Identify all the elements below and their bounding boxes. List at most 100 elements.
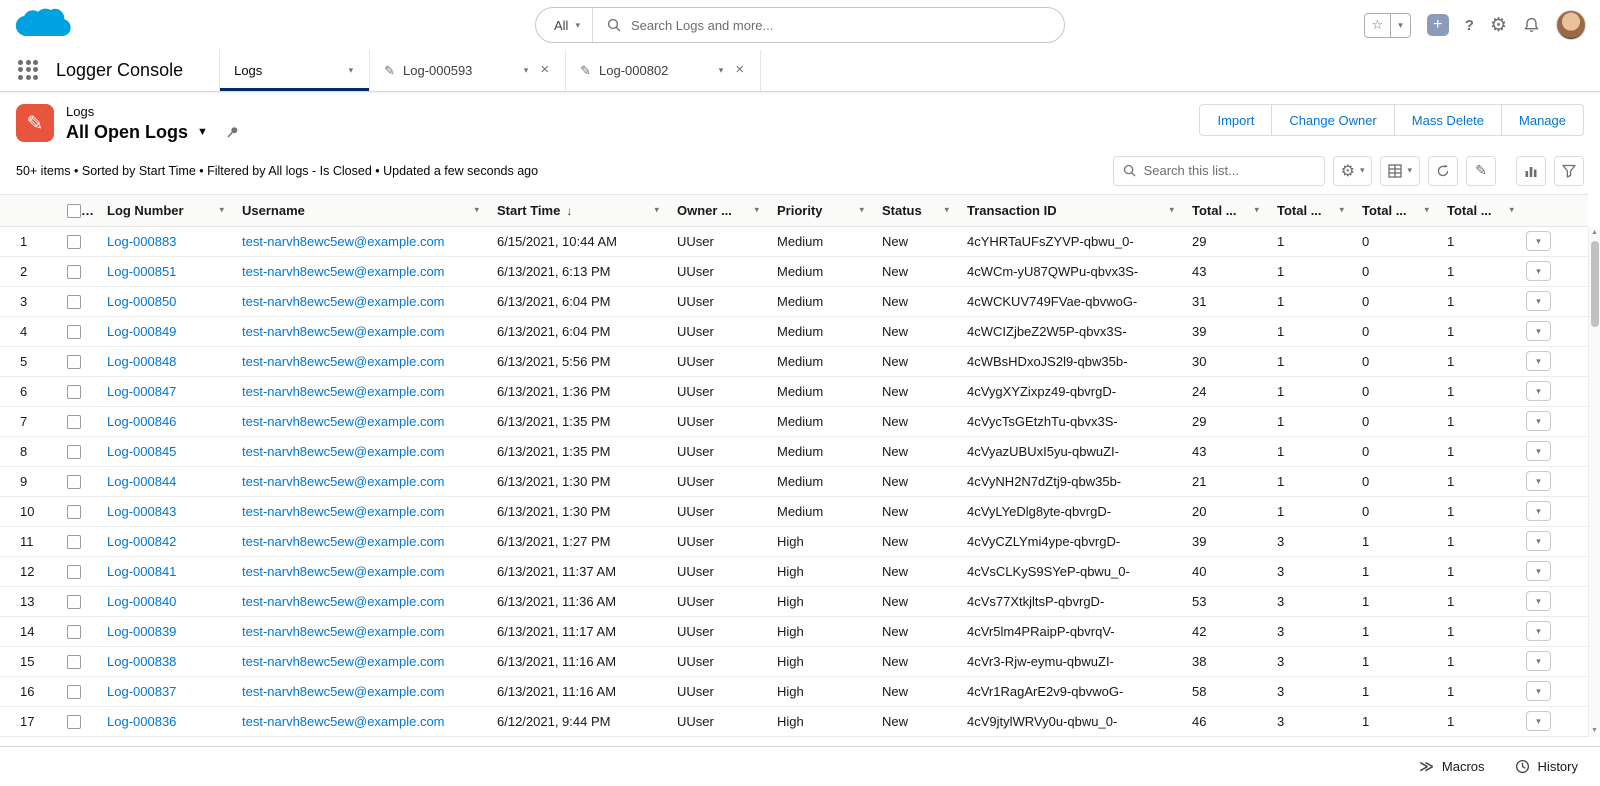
log-number-link[interactable]: Log-000842 [107, 534, 176, 549]
column-header-owner[interactable]: Owner ... ▾ [665, 193, 765, 227]
row-checkbox-cell[interactable] [55, 646, 95, 677]
display-as-button[interactable]: ▾ [1380, 155, 1420, 186]
log-number-link[interactable]: Log-000883 [107, 234, 176, 249]
scrollbar-thumb[interactable] [1591, 240, 1599, 327]
row-checkbox[interactable] [67, 655, 81, 670]
row-actions-button[interactable]: ▾ [1526, 351, 1551, 372]
chevron-down-icon[interactable]: ▾ [347, 59, 356, 82]
row-actions-button[interactable]: ▾ [1526, 591, 1551, 612]
log-number-link[interactable]: Log-000846 [107, 414, 176, 429]
workspace-tab-log-000593[interactable]: ✎ Log-000593 ▾ × [369, 50, 566, 91]
row-checkbox-cell[interactable] [55, 676, 95, 707]
row-actions-button[interactable]: ▾ [1526, 561, 1551, 582]
row-checkbox[interactable] [67, 325, 81, 340]
chevron-down-icon[interactable]: ▾ [219, 205, 224, 216]
row-checkbox-cell[interactable] [55, 556, 95, 587]
log-number-link[interactable]: Log-000850 [107, 294, 176, 309]
global-actions-plus-icon[interactable]: + [1426, 14, 1449, 36]
chevron-down-icon[interactable]: ▾ [1339, 205, 1344, 216]
column-header-start-time[interactable]: Start Time ↓ ▾ [485, 193, 665, 227]
row-actions-button[interactable]: ▾ [1526, 381, 1551, 402]
workspace-tab-log-000802[interactable]: ✎ Log-000802 ▾ × [565, 50, 762, 91]
chevron-down-icon[interactable]: ▾ [944, 205, 949, 216]
row-actions-button[interactable]: ▾ [1526, 471, 1551, 492]
row-checkbox[interactable] [67, 355, 81, 370]
log-number-link[interactable]: Log-000851 [107, 264, 176, 279]
log-number-link[interactable]: Log-000844 [107, 474, 176, 489]
pin-icon[interactable] [225, 125, 240, 140]
username-link[interactable]: test-narvh8ewc5ew@example.com [242, 444, 445, 459]
filter-button[interactable] [1554, 155, 1584, 186]
row-actions-button[interactable]: ▾ [1526, 531, 1551, 552]
log-number-link[interactable]: Log-000849 [107, 324, 176, 339]
username-link[interactable]: test-narvh8ewc5ew@example.com [242, 384, 445, 399]
row-checkbox[interactable] [67, 505, 81, 520]
row-actions-button[interactable]: ▾ [1526, 711, 1551, 732]
username-link[interactable]: test-narvh8ewc5ew@example.com [242, 324, 445, 339]
manage-button[interactable]: Manage [1501, 104, 1584, 136]
row-actions-button[interactable]: ▾ [1526, 231, 1551, 252]
username-link[interactable]: test-narvh8ewc5ew@example.com [242, 474, 445, 489]
scroll-up-icon[interactable]: ▲ [1589, 227, 1600, 239]
row-checkbox-cell[interactable] [55, 526, 95, 557]
user-avatar[interactable] [1556, 10, 1586, 40]
chevron-down-icon[interactable]: ▾ [654, 205, 659, 216]
favorites-star-icon[interactable]: ☆ [1365, 14, 1391, 37]
close-icon[interactable]: × [538, 59, 551, 82]
column-header-total[interactable]: Total ... ▾ [1435, 193, 1520, 227]
row-checkbox[interactable] [67, 595, 81, 610]
row-checkbox-cell[interactable] [55, 616, 95, 647]
column-header-total[interactable]: Total ... ▾ [1265, 193, 1350, 227]
charts-button[interactable] [1516, 155, 1546, 186]
column-header-total[interactable]: Total ... ▾ [1180, 193, 1265, 227]
log-number-link[interactable]: Log-000841 [107, 564, 176, 579]
column-header-username[interactable]: Username ▾ [230, 193, 485, 227]
row-checkbox[interactable] [67, 445, 81, 460]
chevron-down-icon[interactable]: ▾ [1424, 205, 1429, 216]
notifications-bell-icon[interactable] [1523, 17, 1540, 34]
row-checkbox[interactable] [67, 565, 81, 580]
history-utility[interactable]: History [1515, 759, 1578, 774]
workspace-tab-logs[interactable]: Logs ▾ [219, 50, 370, 91]
row-checkbox[interactable] [67, 385, 81, 400]
username-link[interactable]: test-narvh8ewc5ew@example.com [242, 294, 445, 309]
username-link[interactable]: test-narvh8ewc5ew@example.com [242, 264, 445, 279]
username-link[interactable]: test-narvh8ewc5ew@example.com [242, 234, 445, 249]
row-actions-button[interactable]: ▾ [1526, 291, 1551, 312]
import-button[interactable]: Import [1199, 104, 1273, 136]
chevron-down-icon[interactable]: ▾ [474, 205, 479, 216]
row-checkbox[interactable] [67, 535, 81, 550]
chevron-down-icon[interactable]: ▾ [859, 205, 864, 216]
column-header-log-number[interactable]: Log Number ▾ [95, 193, 230, 227]
row-checkbox[interactable] [67, 685, 81, 700]
chevron-down-icon[interactable]: ▾ [717, 59, 726, 82]
row-checkbox[interactable] [67, 265, 81, 280]
log-number-link[interactable]: Log-000847 [107, 384, 176, 399]
macros-utility[interactable]: ≫ Macros [1419, 758, 1484, 775]
list-search-input[interactable] [1141, 162, 1315, 180]
row-checkbox-cell[interactable] [55, 466, 95, 497]
setup-gear-icon[interactable]: ⚙ [1490, 16, 1507, 35]
row-checkbox-cell[interactable] [55, 706, 95, 737]
log-number-link[interactable]: Log-000839 [107, 624, 176, 639]
log-number-link[interactable]: Log-000838 [107, 654, 176, 669]
refresh-button[interactable] [1428, 155, 1458, 186]
username-link[interactable]: test-narvh8ewc5ew@example.com [242, 714, 445, 729]
column-header-total[interactable]: Total ... ▾ [1350, 193, 1435, 227]
username-link[interactable]: test-narvh8ewc5ew@example.com [242, 624, 445, 639]
row-actions-button[interactable]: ▾ [1526, 441, 1551, 462]
row-checkbox-cell[interactable] [55, 436, 95, 467]
log-number-link[interactable]: Log-000837 [107, 684, 176, 699]
row-actions-button[interactable]: ▾ [1526, 681, 1551, 702]
vertical-scrollbar[interactable]: ▲ ▼ [1588, 226, 1600, 737]
row-checkbox[interactable] [67, 235, 81, 250]
row-checkbox-cell[interactable] [55, 316, 95, 347]
username-link[interactable]: test-narvh8ewc5ew@example.com [242, 534, 445, 549]
row-checkbox-cell[interactable] [55, 406, 95, 437]
select-all-checkbox[interactable] [67, 204, 81, 219]
salesforce-logo[interactable] [14, 5, 72, 45]
log-number-link[interactable]: Log-000840 [107, 594, 176, 609]
favorites-dropdown-icon[interactable]: ▾ [1390, 13, 1410, 37]
search-scope-selector[interactable]: All ▾ [536, 8, 593, 42]
row-actions-button[interactable]: ▾ [1526, 411, 1551, 432]
